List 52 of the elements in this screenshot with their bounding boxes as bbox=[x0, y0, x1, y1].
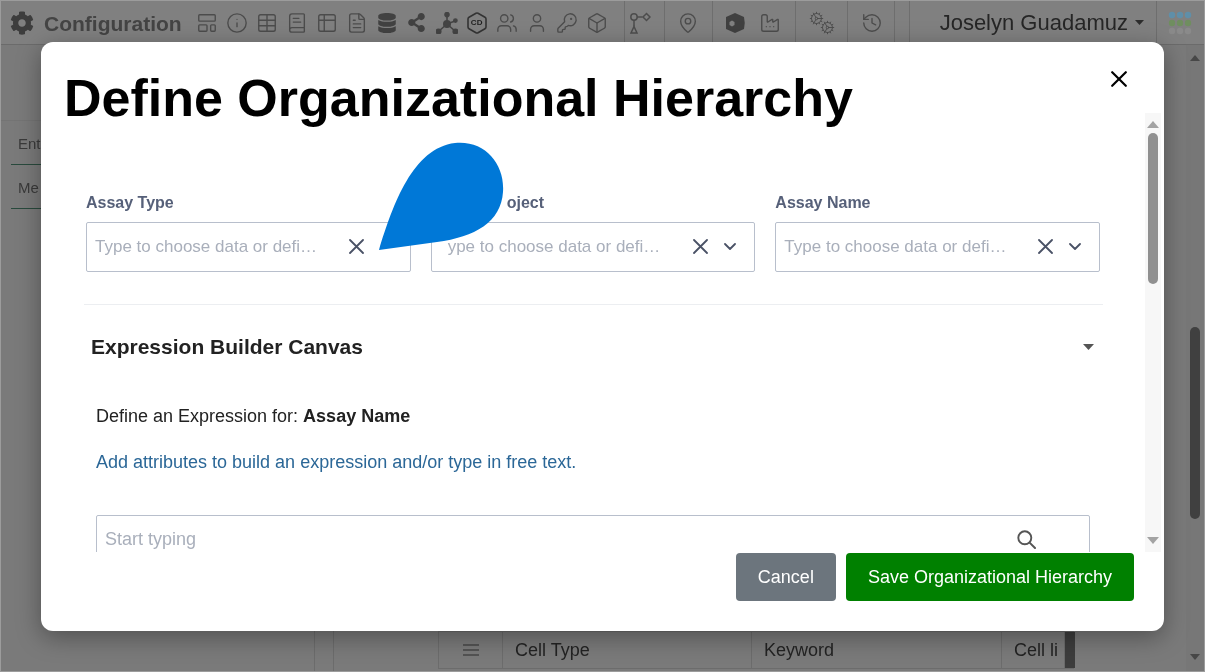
chevron-down-icon[interactable] bbox=[724, 243, 737, 251]
caret-down-icon[interactable] bbox=[1083, 343, 1094, 350]
layout-icon[interactable] bbox=[195, 11, 218, 34]
menu-icon[interactable] bbox=[462, 644, 479, 656]
search-icon[interactable] bbox=[1017, 530, 1036, 550]
chevron-down-icon[interactable] bbox=[1069, 243, 1081, 251]
hexagon-icon[interactable] bbox=[464, 10, 489, 35]
close-icon[interactable] bbox=[1111, 71, 1127, 87]
scrollbar-track[interactable] bbox=[1145, 112, 1161, 552]
section-header[interactable]: Expression Builder Canvas bbox=[86, 333, 1100, 360]
app-title: Configuration bbox=[44, 10, 182, 37]
select-field[interactable]: Type to choose data or defi… bbox=[775, 221, 1100, 272]
network-nodes-icon[interactable] bbox=[435, 11, 458, 34]
table-icon[interactable] bbox=[255, 11, 278, 34]
factory-icon[interactable] bbox=[758, 11, 781, 34]
expression-prompt: Define an Expression for: Assay Name bbox=[96, 404, 412, 427]
attributes-link[interactable]: Add attributes to build an expression and/or type in free text. bbox=[96, 450, 577, 473]
share-icon[interactable] bbox=[407, 13, 427, 32]
caret-down-icon bbox=[1134, 20, 1144, 25]
key-icon[interactable] bbox=[555, 11, 578, 34]
database-icon[interactable] bbox=[376, 12, 397, 33]
users-icon[interactable] bbox=[495, 11, 518, 34]
save-button[interactable]: Save Organizational Hierarchy bbox=[845, 553, 1134, 601]
cube-icon[interactable] bbox=[585, 11, 608, 34]
table-cell: Keyword bbox=[752, 632, 1002, 668]
field-label: Assay Type bbox=[86, 192, 174, 212]
scrollbar-thumb[interactable] bbox=[1148, 132, 1158, 284]
field-label: Assay Name bbox=[775, 192, 871, 212]
select-field[interactable]: ype to choose data or defi… bbox=[430, 221, 756, 272]
scroll-down-icon[interactable] bbox=[1147, 537, 1159, 544]
clear-icon[interactable] bbox=[693, 239, 709, 255]
clear-icon[interactable] bbox=[348, 239, 364, 255]
dialog-title: Define Organizational Hierarchy bbox=[64, 69, 853, 129]
scrollbar-thumb[interactable] bbox=[1190, 327, 1200, 519]
scroll-up-icon[interactable] bbox=[1147, 120, 1159, 128]
grid-table-icon[interactable] bbox=[315, 11, 338, 34]
hexagon-shape-icon[interactable] bbox=[723, 11, 746, 34]
scroll-up-icon[interactable] bbox=[1190, 55, 1200, 61]
table-cell: Cell Type bbox=[503, 632, 752, 668]
settings-icon bbox=[10, 10, 34, 35]
clear-icon[interactable] bbox=[1038, 239, 1053, 255]
info-icon[interactable] bbox=[225, 11, 248, 34]
table-scrollbar[interactable] bbox=[1065, 632, 1075, 668]
flow-diagram-icon[interactable] bbox=[628, 11, 651, 34]
field-label: oject bbox=[506, 192, 544, 212]
app-grid-icon[interactable] bbox=[1168, 10, 1193, 35]
icon-label: CD bbox=[470, 18, 483, 27]
select-field[interactable]: Type to choose data or defi… bbox=[86, 221, 411, 272]
scroll-down-icon[interactable] bbox=[1190, 654, 1200, 660]
history-icon[interactable] bbox=[860, 11, 883, 34]
gears-icon[interactable] bbox=[808, 10, 835, 35]
cancel-button[interactable]: Cancel bbox=[735, 553, 836, 601]
